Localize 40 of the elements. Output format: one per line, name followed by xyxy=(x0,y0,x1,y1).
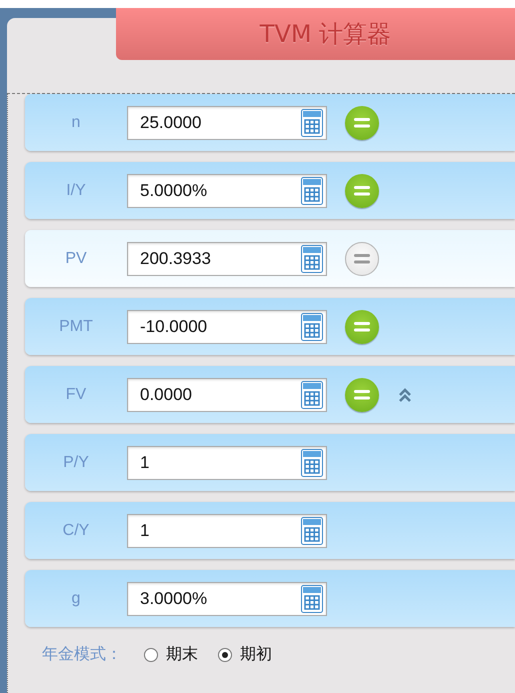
equals-icon xyxy=(354,116,370,128)
input-field[interactable]: 1 xyxy=(127,446,327,480)
row-label: g xyxy=(70,590,82,608)
calculator-icon[interactable] xyxy=(301,108,323,136)
calculator-icon[interactable] xyxy=(301,584,323,612)
radio-option[interactable]: 期末 xyxy=(144,644,198,665)
equals-button[interactable] xyxy=(345,174,379,208)
input-field[interactable]: 200.3933 xyxy=(127,242,327,276)
input-field[interactable]: 0.0000 xyxy=(127,378,327,412)
equals-icon xyxy=(354,388,370,400)
input-field[interactable]: 5.0000% xyxy=(127,174,327,208)
double-chevron-up-icon[interactable] xyxy=(397,386,413,402)
calculator-icon[interactable] xyxy=(301,176,323,204)
row-label: I/Y xyxy=(65,182,87,200)
row-label: PMT xyxy=(58,318,94,336)
equals-button[interactable] xyxy=(345,378,379,412)
radio-button[interactable] xyxy=(218,648,232,662)
input-field[interactable]: 3.0000% xyxy=(127,582,327,616)
calculator-icon[interactable] xyxy=(301,380,323,408)
radio-button[interactable] xyxy=(144,648,158,662)
app-title: TVM 计算器 xyxy=(260,19,392,50)
row-label: PV xyxy=(64,250,88,268)
row-label: FV xyxy=(64,386,88,404)
equals-button[interactable] xyxy=(345,310,379,344)
equals-icon xyxy=(354,184,370,196)
row-label: P/Y xyxy=(62,454,90,472)
radio-option[interactable]: 期初 xyxy=(218,644,272,665)
equals-icon xyxy=(354,252,370,264)
calculator-icon[interactable] xyxy=(301,312,323,340)
equals-button[interactable] xyxy=(345,106,379,140)
calculator-icon[interactable] xyxy=(301,516,323,544)
row-label: C/Y xyxy=(62,522,90,540)
equals-icon xyxy=(354,320,370,332)
calculator-icon[interactable] xyxy=(301,448,323,476)
input-field[interactable]: 1 xyxy=(127,514,327,548)
calculator-icon[interactable] xyxy=(301,244,323,272)
row-label: n xyxy=(70,114,82,132)
input-field[interactable]: -10.0000 xyxy=(127,310,327,344)
input-field[interactable]: 25.0000 xyxy=(127,106,327,140)
annuity-mode-label: 年金模式： xyxy=(42,644,122,665)
